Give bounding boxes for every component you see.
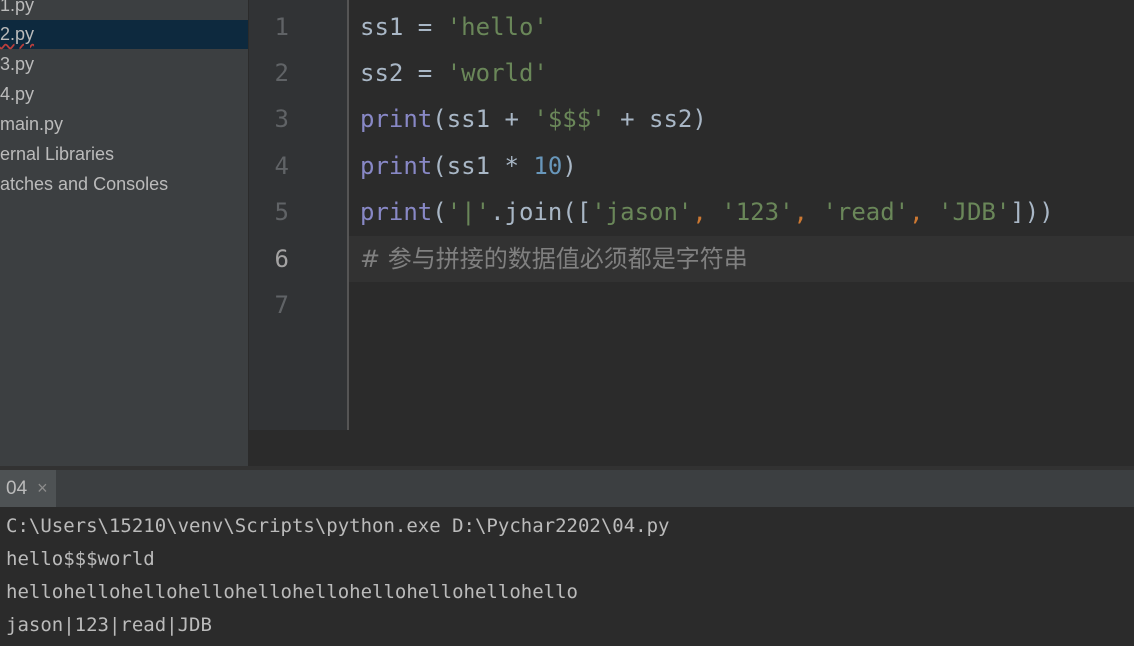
- code-line-1[interactable]: ss1 = 'hello': [360, 4, 548, 50]
- line-number: 1: [274, 13, 289, 41]
- tree-file-01[interactable]: 01.py: [0, 0, 248, 20]
- code-line-3[interactable]: print(ss1 + '$$$' + ss2): [360, 96, 707, 142]
- run-console[interactable]: C:\Users\15210\venv\Scripts\python.exe D…: [0, 508, 1134, 646]
- code-builtin: print: [360, 105, 433, 133]
- code-string: 'jason': [591, 198, 693, 226]
- tree-external-libraries[interactable]: ernal Libraries: [0, 140, 248, 169]
- run-tab[interactable]: 04 ×: [0, 470, 56, 507]
- code-text: ])): [1010, 198, 1054, 226]
- code-operator: =: [403, 13, 447, 41]
- code-text: ): [562, 152, 577, 180]
- run-tab-label: 04: [6, 478, 28, 499]
- code-line-6[interactable]: # 参与拼接的数据值必须都是字符串: [360, 236, 748, 282]
- tree-file-main[interactable]: main.py: [0, 110, 248, 139]
- code-string: '|': [446, 198, 491, 226]
- gutter-divider: [347, 0, 349, 430]
- code-comma: ,: [793, 198, 823, 226]
- tree-scratches-and-consoles[interactable]: atches and Consoles: [0, 170, 248, 199]
- tree-file-04[interactable]: 04.py: [0, 80, 248, 109]
- code-string: 'world': [446, 59, 548, 87]
- code-text: (ss1 +: [432, 105, 534, 133]
- tree-file-02[interactable]: 02.py: [0, 20, 248, 49]
- code-variable: ss2: [360, 59, 404, 87]
- editor-bottom-area: [249, 430, 1134, 466]
- code-comment: # 参与拼接的数据值必须都是字符串: [360, 245, 748, 273]
- code-builtin: print: [360, 152, 433, 180]
- line-number-current: 6: [274, 245, 289, 273]
- code-number: 10: [533, 152, 563, 180]
- line-number: 5: [274, 198, 289, 226]
- code-variable: ss1: [360, 13, 404, 41]
- console-line: C:\Users\15210\venv\Scripts\python.exe D…: [6, 515, 670, 537]
- console-line: jason|123|read|JDB: [6, 614, 212, 636]
- code-comma: ,: [909, 198, 939, 226]
- code-line-2[interactable]: ss2 = 'world': [360, 50, 548, 96]
- code-line-5[interactable]: print('|'.join(['jason', '123', 'read', …: [360, 189, 1054, 235]
- line-number: 7: [274, 291, 289, 319]
- code-string: 'JDB': [938, 198, 1011, 226]
- close-icon[interactable]: ×: [37, 470, 48, 507]
- code-editor[interactable]: 1 2 3 4 5 6 7 ss1 = 'hello' ss2 = 'world…: [249, 0, 1134, 430]
- code-line-4[interactable]: print(ss1 * 10): [360, 143, 577, 189]
- code-text: (: [432, 198, 447, 226]
- console-line: hellohellohellohellohellohellohellohello…: [6, 581, 578, 603]
- line-number: 3: [274, 105, 289, 133]
- code-string: 'read': [822, 198, 910, 226]
- code-operator: =: [403, 59, 447, 87]
- run-panel-header: 04 ×: [0, 470, 1134, 508]
- line-number: 4: [274, 152, 289, 180]
- code-text: + ss2): [605, 105, 707, 133]
- code-text: .join([: [490, 198, 592, 226]
- code-string: '$$$': [533, 105, 606, 133]
- project-tree: 01.py 02.py 03.py 04.py main.py ernal Li…: [0, 0, 248, 466]
- code-string: '123': [721, 198, 794, 226]
- line-number: 2: [274, 59, 289, 87]
- code-builtin: print: [360, 198, 433, 226]
- console-line: hello$$$world: [6, 548, 155, 570]
- code-comma: ,: [692, 198, 722, 226]
- tree-file-03[interactable]: 03.py: [0, 50, 248, 79]
- code-text: (ss1 *: [432, 152, 534, 180]
- code-string: 'hello': [446, 13, 548, 41]
